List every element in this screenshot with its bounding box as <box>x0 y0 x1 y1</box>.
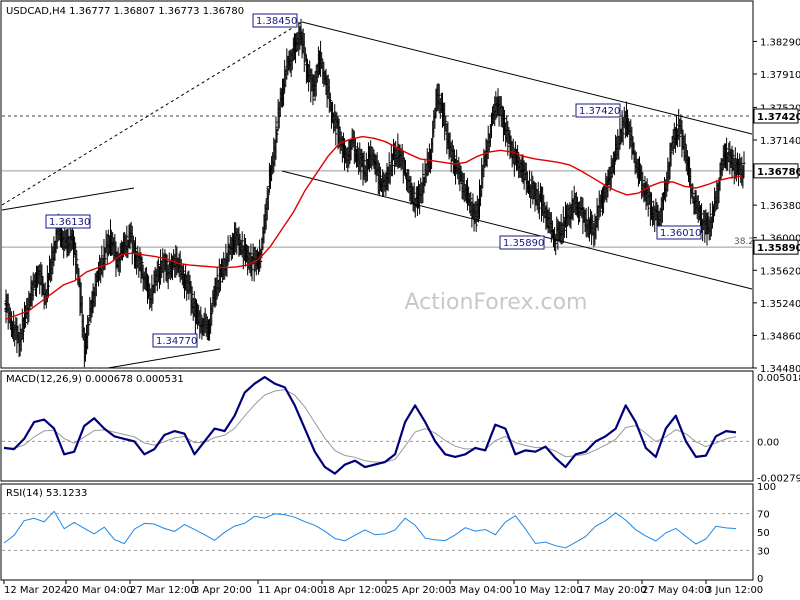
rsi-layer: 100 70 50 30 0 <box>2 482 776 585</box>
rsi-title: RSI(14) 53.1233 <box>6 488 87 499</box>
x-tick-label: 3 May 04:00 <box>450 585 512 596</box>
y-tick-label: 1.38290 <box>760 37 800 48</box>
support-trendline-bottom <box>107 348 221 369</box>
x-tick-label: 11 Apr 04:00 <box>258 585 323 596</box>
dotted-trendline <box>1 21 303 206</box>
main-price-layer: 1.382901.379101.375201.371401.367601.363… <box>1 13 800 596</box>
rsi-tick-label: 30 <box>757 546 770 557</box>
macd-tick-label: 0.005018 <box>757 373 800 384</box>
right-price-tag-text: 1.36780 <box>757 167 800 178</box>
macd-tick-label: 0.00 <box>757 437 779 448</box>
support-trendline-left <box>1 187 135 211</box>
x-tick-label: 25 Apr 20:00 <box>386 585 451 596</box>
macd-title: MACD(12,26,9) 0.000678 0.000531 <box>6 374 184 385</box>
price-label-text: 1.36010 <box>660 228 701 239</box>
y-tick-label: 1.35620 <box>760 266 800 277</box>
macd-layer: 0.0050180.00-0.002795 <box>2 373 800 484</box>
y-tick-label: 1.34860 <box>760 331 800 342</box>
main-panel-frame <box>0 0 754 369</box>
rsi-tick-label: 0 <box>757 574 763 585</box>
price-label-text: 1.35890 <box>503 238 544 249</box>
macd-signal-line <box>3 389 737 463</box>
rsi-tick-label: 70 <box>757 510 770 521</box>
watermark: ActionForex.com <box>405 290 588 315</box>
x-tick-label: 10 May 12:00 <box>514 585 583 596</box>
y-tick-label: 1.37140 <box>760 136 800 147</box>
x-tick-label: 18 Apr 12:00 <box>322 585 387 596</box>
price-label-text: 1.38450 <box>256 16 297 27</box>
y-tick-label: 1.37910 <box>760 70 800 81</box>
x-tick-label: 3 Apr 20:00 <box>193 585 252 596</box>
x-tick-label: 17 May 20:00 <box>578 585 647 596</box>
channel-upper-line <box>301 21 753 135</box>
rsi-tick-label: 100 <box>757 482 776 493</box>
price-label-text: 1.34770 <box>156 336 197 347</box>
price-label-text: 1.37420 <box>579 106 620 117</box>
right-price-tag-text: 1.37420 <box>757 112 800 123</box>
x-tick-label: 3 Jun 12:00 <box>706 585 763 596</box>
price-bars <box>4 18 746 368</box>
rsi-tick-label: 50 <box>757 528 770 539</box>
y-tick-label: 1.36380 <box>760 201 800 212</box>
price-label-text: 1.36130 <box>49 217 90 228</box>
rsi-line <box>3 510 737 549</box>
usdcad-chart: 1.382901.379101.375201.371401.367601.363… <box>0 0 800 596</box>
right-price-tag-text: 1.35890 <box>757 243 800 254</box>
fib-level-label: 38.2 <box>734 237 754 247</box>
macd-line <box>3 376 737 475</box>
x-tick-label: 20 Mar 04:00 <box>66 585 133 596</box>
x-tick-label: 12 Mar 2024 <box>4 585 67 596</box>
y-tick-label: 1.35240 <box>760 299 800 310</box>
x-tick-label: 27 May 04:00 <box>642 585 711 596</box>
x-tick-label: 27 Mar 12:00 <box>130 585 197 596</box>
chart-title: USDCAD,H4 1.36777 1.36807 1.36773 1.3678… <box>6 6 244 17</box>
